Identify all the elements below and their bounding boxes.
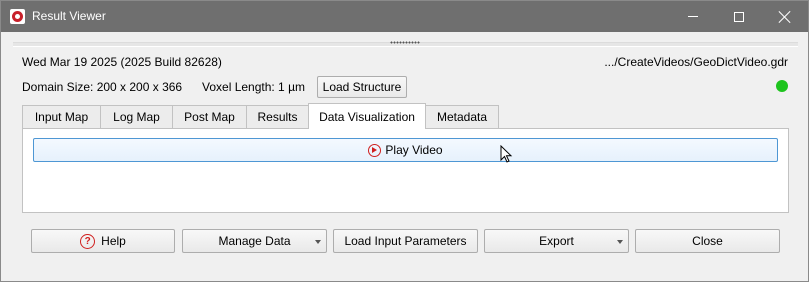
- maximize-icon: [734, 11, 744, 22]
- file-path: .../CreateVideos/GeoDictVideo.gdr: [604, 55, 788, 69]
- maximize-button[interactable]: [716, 1, 762, 32]
- export-label: Export: [539, 234, 574, 248]
- load-structure-button[interactable]: Load Structure: [317, 76, 407, 98]
- load-input-parameters-button[interactable]: Load Input Parameters: [333, 229, 478, 253]
- domain-size: Domain Size: 200 x 200 x 366: [22, 80, 183, 94]
- help-icon: ?: [80, 233, 96, 249]
- manage-data-button[interactable]: Manage Data: [182, 229, 327, 253]
- play-circle-icon: [368, 143, 382, 157]
- window-title: Result Viewer: [32, 9, 106, 23]
- play-video-button[interactable]: Play Video: [33, 138, 778, 162]
- tab-post-map[interactable]: Post Map: [172, 105, 247, 128]
- minimize-icon: [688, 16, 698, 17]
- help-label: Help: [101, 234, 126, 248]
- chevron-down-icon: [315, 240, 321, 244]
- close-icon: [779, 11, 791, 23]
- mouse-cursor-icon: [500, 145, 513, 163]
- tab-input-map[interactable]: Input Map: [22, 105, 101, 128]
- tab-log-map[interactable]: Log Map: [100, 105, 173, 128]
- export-button[interactable]: Export: [484, 229, 629, 253]
- status-indicator: [776, 80, 788, 92]
- minimize-button[interactable]: [670, 1, 716, 32]
- build-info: Wed Mar 19 2025 (2025 Build 82628): [22, 55, 222, 69]
- chevron-down-icon: [617, 240, 623, 244]
- title-bar[interactable]: Result Viewer: [1, 1, 808, 32]
- result-viewer-window: Result Viewer Wed Mar 19 2025 (2025 Buil…: [0, 0, 809, 282]
- manage-data-label: Manage Data: [218, 234, 291, 248]
- app-logo-icon: [10, 9, 25, 24]
- close-button[interactable]: Close: [635, 229, 780, 253]
- help-button[interactable]: ? Help: [31, 229, 175, 253]
- tab-data-visualization[interactable]: Data Visualization: [308, 103, 426, 129]
- tab-results[interactable]: Results: [246, 105, 309, 128]
- voxel-length: Voxel Length: 1 µm: [202, 80, 305, 94]
- play-video-label: Play Video: [385, 143, 443, 157]
- close-window-button[interactable]: [762, 1, 808, 32]
- splitter-grip-icon[interactable]: [390, 41, 420, 45]
- tab-metadata[interactable]: Metadata: [425, 105, 499, 128]
